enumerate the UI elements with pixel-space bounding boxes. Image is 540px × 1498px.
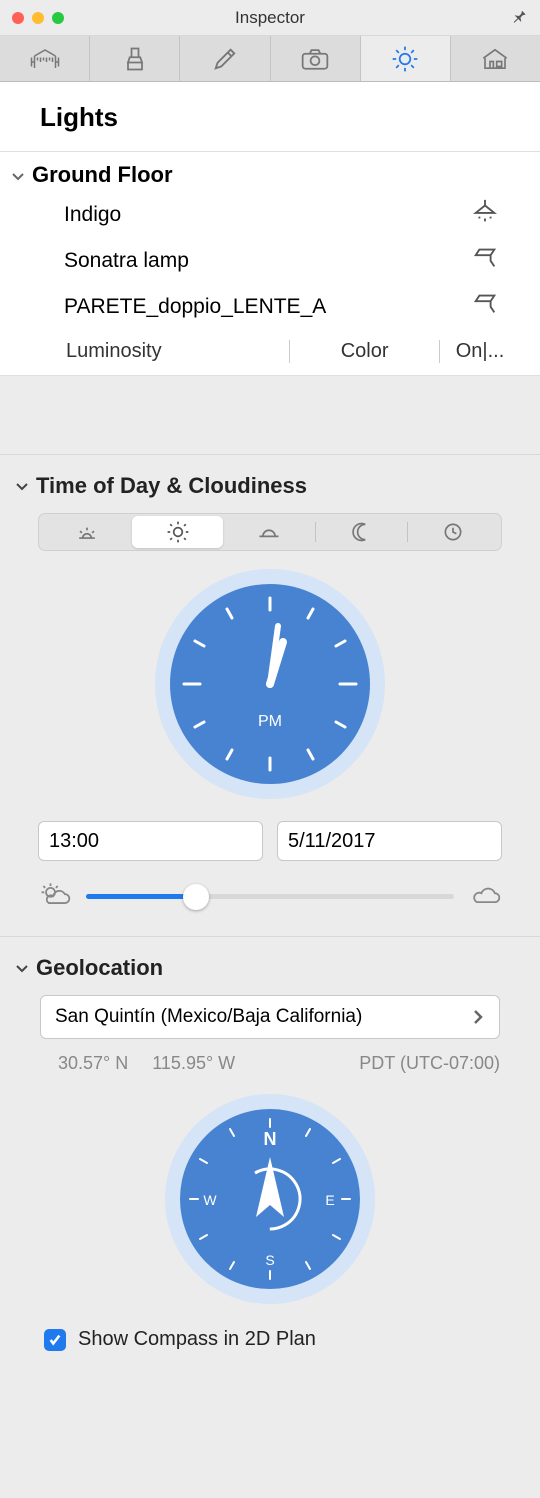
time-of-day-panel: Time of Day & Cloudiness (0, 454, 540, 936)
group-header[interactable]: Ground Floor (0, 152, 540, 192)
svg-text:S: S (265, 1252, 274, 1268)
spacer (0, 376, 540, 454)
list-item[interactable]: PARETE_doppio_LENTE_A (0, 284, 540, 330)
wall-light-icon (470, 244, 500, 278)
time-presets-segment (38, 513, 502, 551)
preset-morning[interactable] (41, 516, 132, 548)
compass-face-icon: N E S W (180, 1109, 360, 1289)
titlebar: Inspector (0, 0, 540, 36)
svg-text:W: W (203, 1192, 217, 1208)
clock-face-icon: PM (170, 584, 370, 784)
svg-text:N: N (264, 1129, 277, 1149)
panel-title: Time of Day & Cloudiness (36, 473, 307, 499)
date-field[interactable] (278, 822, 502, 860)
lights-columns-header: Luminosity Color On|... (0, 330, 540, 375)
preset-evening[interactable] (223, 516, 314, 548)
cloudiness-slider (38, 881, 502, 912)
tab-edit[interactable] (180, 36, 270, 81)
preset-custom-time[interactable] (408, 516, 499, 548)
latitude-label: 30.57° N (58, 1053, 128, 1074)
preset-day[interactable] (132, 516, 223, 548)
show-compass-checkbox-row[interactable]: Show Compass in 2D Plan (44, 1328, 526, 1351)
svg-text:PM: PM (258, 713, 282, 730)
location-name: San Quintín (Mexico/Baja California) (55, 1006, 471, 1028)
column-luminosity[interactable]: Luminosity (66, 340, 290, 363)
show-compass-checkbox[interactable] (44, 1329, 66, 1351)
lights-list: Ground Floor Indigo Sonatra lamp PARETE_… (0, 152, 540, 376)
tab-measure[interactable] (0, 36, 90, 81)
timezone-label: PDT (UTC-07:00) (359, 1053, 500, 1074)
ceiling-light-icon (470, 198, 500, 232)
preset-night[interactable] (316, 516, 407, 548)
light-name: Indigo (64, 203, 470, 227)
tab-brush[interactable] (90, 36, 180, 81)
slider-track[interactable] (86, 894, 454, 899)
column-on[interactable]: On|... (440, 340, 520, 363)
cloud-icon (468, 882, 502, 911)
tab-building[interactable] (451, 36, 540, 81)
geolocation-panel: Geolocation San Quintín (Mexico/Baja Cal… (0, 936, 540, 1375)
time-field[interactable] (39, 822, 263, 860)
time-input[interactable]: ▲ ▼ (38, 821, 263, 861)
group-name: Ground Floor (32, 162, 173, 188)
chevron-right-icon (471, 1008, 485, 1026)
list-item[interactable]: Indigo (0, 192, 540, 238)
tab-lights[interactable] (361, 36, 451, 81)
chevron-down-icon (14, 478, 30, 494)
inspector-tabbar (0, 36, 540, 82)
chevron-down-icon (14, 960, 30, 976)
slider-thumb[interactable] (183, 884, 209, 910)
show-compass-label: Show Compass in 2D Plan (78, 1328, 316, 1351)
column-color[interactable]: Color (290, 340, 440, 363)
light-name: Sonatra lamp (64, 249, 470, 273)
date-input[interactable]: ▲ ▼ (277, 821, 502, 861)
sun-cloud-icon (38, 881, 72, 912)
longitude-label: 115.95° W (152, 1053, 235, 1074)
list-item[interactable]: Sonatra lamp (0, 238, 540, 284)
time-date-inputs: ▲ ▼ ▲ ▼ (38, 821, 502, 861)
wall-light-icon (470, 290, 500, 324)
location-selector[interactable]: San Quintín (Mexico/Baja California) (40, 995, 500, 1039)
chevron-down-icon (10, 168, 26, 184)
light-name: PARETE_doppio_LENTE_A (64, 295, 470, 319)
window-title: Inspector (0, 8, 540, 28)
panel-title: Geolocation (36, 955, 163, 981)
svg-text:E: E (325, 1192, 334, 1208)
coordinates-row: 30.57° N 115.95° W PDT (UTC-07:00) (58, 1053, 500, 1074)
panel-header[interactable]: Time of Day & Cloudiness (14, 473, 526, 499)
clock-widget[interactable]: PM (14, 569, 526, 799)
tab-camera[interactable] (271, 36, 361, 81)
panel-header[interactable]: Geolocation (14, 955, 526, 981)
page-title: Lights (0, 82, 540, 152)
compass-widget[interactable]: N E S W (14, 1094, 526, 1304)
